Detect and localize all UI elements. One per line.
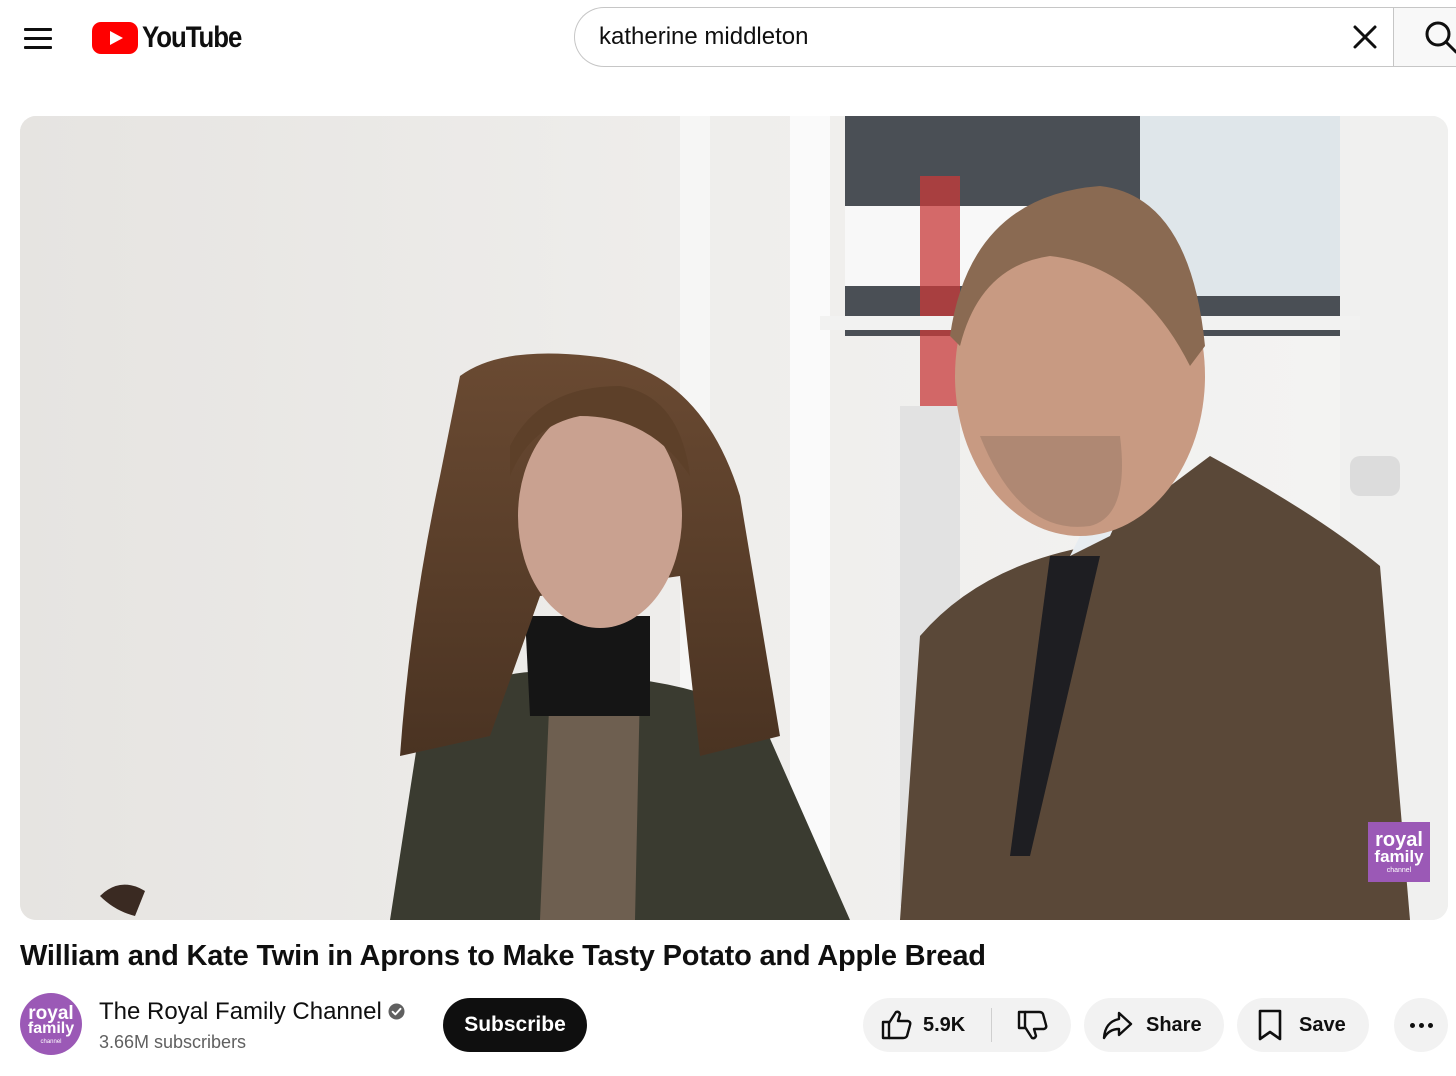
like-button[interactable]: 5.9K (863, 998, 991, 1052)
search-button[interactable] (1393, 7, 1456, 67)
save-label: Save (1299, 1013, 1346, 1036)
subscribe-button[interactable]: Subscribe (443, 998, 587, 1052)
bookmark-icon (1258, 1009, 1282, 1041)
search-box (574, 7, 1394, 67)
search-input[interactable] (599, 23, 1319, 51)
menu-icon[interactable] (18, 18, 58, 58)
dislike-button[interactable] (992, 998, 1071, 1052)
search-icon (1425, 21, 1456, 54)
watermark-line3: channel (1386, 867, 1412, 874)
like-count: 5.9K (923, 1013, 966, 1036)
watermark-line2: family (1374, 847, 1424, 866)
share-icon (1102, 1011, 1133, 1040)
channel-watermark: royal family channel (1368, 822, 1430, 882)
more-icon[interactable] (1394, 998, 1448, 1052)
youtube-logo-icon (92, 22, 138, 54)
save-button[interactable]: Save (1237, 998, 1369, 1052)
share-button[interactable]: Share (1084, 998, 1224, 1052)
channel-avatar[interactable]: royal family channel (20, 993, 82, 1055)
verified-icon (388, 1003, 405, 1020)
youtube-logo[interactable]: YouTube (92, 20, 257, 56)
channel-name[interactable]: The Royal Family Channel (99, 998, 382, 1026)
subscriber-count: 3.66M subscribers (99, 1032, 247, 1052)
masthead: YouTube (0, 0, 1456, 76)
avatar-line3: channel (40, 1038, 62, 1045)
share-label: Share (1146, 1013, 1202, 1036)
like-dislike-group: 5.9K (863, 998, 1071, 1052)
thumbs-up-icon (881, 1010, 912, 1040)
clear-icon[interactable] (1346, 18, 1384, 56)
video-title: William and Kate Twin in Aprons to Make … (20, 940, 986, 972)
avatar-line2: family (27, 1019, 75, 1037)
video-frame (20, 116, 1448, 920)
thumbs-down-icon (1017, 1010, 1047, 1040)
logo-text: YouTube (142, 21, 242, 54)
video-player[interactable]: royal family channel (20, 116, 1448, 920)
